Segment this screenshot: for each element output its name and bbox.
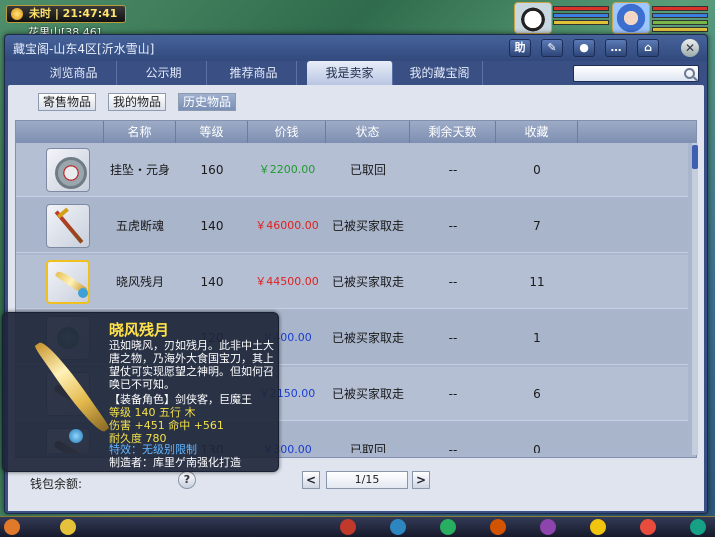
header-level: 等级 [176, 121, 248, 143]
pet-status-bars [553, 6, 609, 27]
subtab-history[interactable]: 历史物品 [178, 93, 237, 111]
header-name: 名称 [104, 121, 176, 143]
cell-favorites: 0 [533, 443, 541, 453]
pendant-icon[interactable] [46, 148, 90, 192]
game-bottom-hud [0, 516, 715, 537]
spear-icon[interactable] [46, 204, 90, 248]
cell-level: 140 [200, 219, 224, 233]
tooltip-special: 特效：无级别限制 [109, 443, 197, 456]
cell-status: 已被买家取走 [331, 275, 404, 289]
tab-my-pavilion[interactable]: 我的藏宝阁 [397, 61, 483, 85]
table-scrollbar[interactable] [692, 143, 698, 455]
close-icon[interactable]: ✕ [681, 39, 699, 57]
scrollbar-thumb[interactable] [692, 145, 698, 169]
toolbar-icon[interactable] [540, 519, 556, 535]
window-title: 藏宝阁-山东4区[沂水雪山] [13, 42, 155, 56]
table-row[interactable]: 挂坠・元身 160 ￥2200.00 已取回 -- 0 [16, 143, 688, 197]
subtab-my-items[interactable]: 我的物品 [108, 93, 167, 111]
menu-icon[interactable] [4, 519, 20, 535]
toolbar-icon[interactable] [640, 519, 656, 535]
game-top-hud: 未时 | 21:47:41 花果山[38,46] [0, 0, 715, 39]
table-header: 名称 等级 价钱 状态 剩余天数 收藏 [16, 121, 696, 143]
cell-days: -- [448, 387, 458, 401]
cell-favorites: 1 [533, 331, 541, 345]
cell-days: -- [448, 443, 458, 453]
player-status-bars [652, 6, 708, 34]
cell-name: 晓风残月 [115, 275, 164, 289]
table-row[interactable]: 晓风残月 140 ￥44500.00 已被买家取走 -- 11 [16, 255, 688, 309]
clock-text: 未时 | 21:47:41 [29, 7, 118, 20]
cart-icon[interactable]: ⌂ [637, 39, 659, 57]
cell-status: 已取回 [349, 443, 386, 453]
toolbar-icon[interactable] [340, 519, 356, 535]
cell-status: 已取回 [349, 163, 386, 177]
cell-days: -- [448, 275, 458, 289]
search-icon[interactable] [684, 68, 695, 79]
blade-icon[interactable] [46, 260, 90, 304]
cell-status: 已被买家取走 [331, 387, 404, 401]
toolbar-icon[interactable] [440, 519, 456, 535]
cell-days: -- [448, 219, 458, 233]
window-titlebar[interactable]: 藏宝阁-山东4区[沂水雪山] 助 ✎ ● … ⌂ ✕ [5, 35, 707, 61]
tooltip-stats: 等级 140 五行 木 [109, 406, 196, 419]
toolbar-icon[interactable] [590, 519, 606, 535]
subtab-consignment[interactable]: 寄售物品 [38, 93, 97, 111]
tooltip-role: 【装备角色】剑侠客，巨魔王 [109, 393, 252, 406]
player-portrait[interactable] [612, 2, 650, 34]
help-icon[interactable]: ? [178, 471, 196, 489]
header-days: 剩余天数 [410, 121, 496, 143]
cell-price: ￥46000.00 [255, 219, 319, 232]
header-icon [16, 121, 104, 143]
pet-portrait[interactable] [514, 2, 552, 34]
header-favorites: 收藏 [496, 121, 578, 143]
cell-favorites: 11 [529, 275, 545, 289]
record-icon[interactable]: ● [573, 39, 595, 57]
tab-public[interactable]: 公示期 [121, 61, 207, 85]
cell-days: -- [448, 163, 458, 177]
cell-days: -- [448, 331, 458, 345]
search-input[interactable] [573, 65, 699, 82]
wallet-balance-label: 钱包余额: [30, 477, 83, 491]
header-price: 价钱 [248, 121, 326, 143]
cell-level: 140 [200, 275, 224, 289]
tooltip-description: 迅如晓风，刃如残月。此非中土大唐之物，乃海外大食国宝刀，其上望仗可实现愿望之神明… [109, 339, 274, 391]
cell-name: 挂坠・元身 [109, 163, 170, 177]
chat-icon[interactable]: … [605, 39, 627, 57]
emote-icon[interactable] [60, 519, 76, 535]
item-tooltip: 晓风残月 迅如晓风，刃如残月。此非中土大唐之物，乃海外大食国宝刀，其上望仗可实现… [2, 312, 279, 472]
page-indicator: 1/15 [326, 471, 408, 489]
cell-status: 已被买家取走 [331, 331, 404, 345]
prev-page-button[interactable]: < [302, 471, 320, 489]
tab-recommended[interactable]: 推荐商品 [211, 61, 297, 85]
sun-icon [11, 8, 23, 20]
cell-level: 160 [200, 163, 224, 177]
blade-icon [7, 317, 103, 467]
cell-status: 已被买家取走 [331, 219, 404, 233]
tooltip-attack: 伤害 +451 命中 +561 [109, 419, 224, 432]
toolbar-icon[interactable] [490, 519, 506, 535]
game-clock: 未时 | 21:47:41 [6, 5, 127, 23]
table-row[interactable]: 五虎断魂 140 ￥46000.00 已被买家取走 -- 7 [16, 199, 688, 253]
tab-browse[interactable]: 浏览商品 [31, 61, 117, 85]
cell-name: 五虎断魂 [115, 219, 164, 233]
cell-favorites: 0 [533, 163, 541, 177]
tooltip-maker: 制造者：库里ゲ南强化打造 [109, 456, 241, 469]
pin-icon[interactable]: ✎ [541, 39, 563, 57]
cell-price: ￥44500.00 [255, 275, 319, 288]
cell-favorites: 7 [533, 219, 541, 233]
next-page-button[interactable]: > [412, 471, 430, 489]
tooltip-item-name: 晓风残月 [109, 321, 170, 339]
cell-price: ￥2200.00 [258, 163, 316, 176]
toolbar-icon[interactable] [690, 519, 706, 535]
tab-seller[interactable]: 我是卖家 [307, 61, 393, 85]
header-status: 状态 [326, 121, 410, 143]
toolbar-icon[interactable] [390, 519, 406, 535]
cell-favorites: 6 [533, 387, 541, 401]
help-button[interactable]: 助 [509, 39, 531, 57]
